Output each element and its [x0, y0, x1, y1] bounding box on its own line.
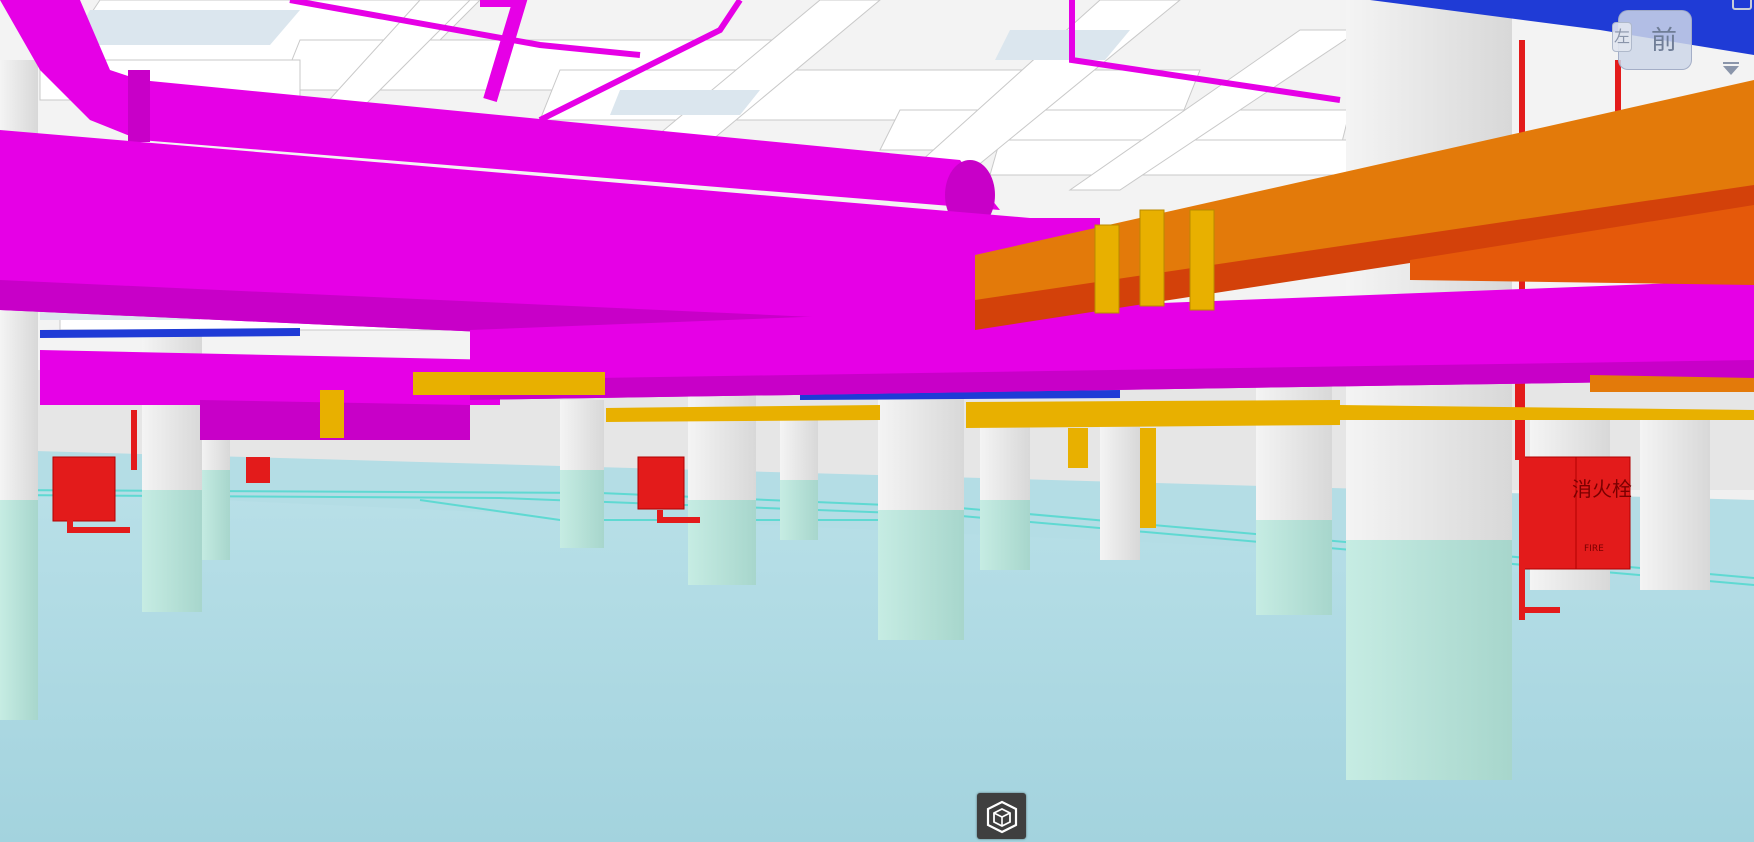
model-cube-icon	[986, 800, 1018, 834]
bim-scene[interactable]: 消火栓 FIRE	[0, 0, 1754, 842]
viewcube-menu-icon[interactable]	[1720, 60, 1742, 80]
menu-triangle	[1723, 66, 1739, 75]
viewcube-left-face[interactable]: 左	[1612, 22, 1632, 52]
menu-bar	[1723, 62, 1739, 64]
fire-cabinet-sublabel: FIRE	[1584, 544, 1604, 554]
viewcube[interactable]: 前 左	[1612, 6, 1698, 72]
fire-cabinet-label: 消火栓	[1572, 477, 1632, 501]
model-browser-button[interactable]	[977, 793, 1026, 839]
viewcube-front-label: 前	[1650, 26, 1677, 56]
home-view-icon[interactable]	[1732, 0, 1752, 10]
bim-3d-viewport[interactable]: 消火栓 FIRE 前 左	[0, 0, 1754, 842]
